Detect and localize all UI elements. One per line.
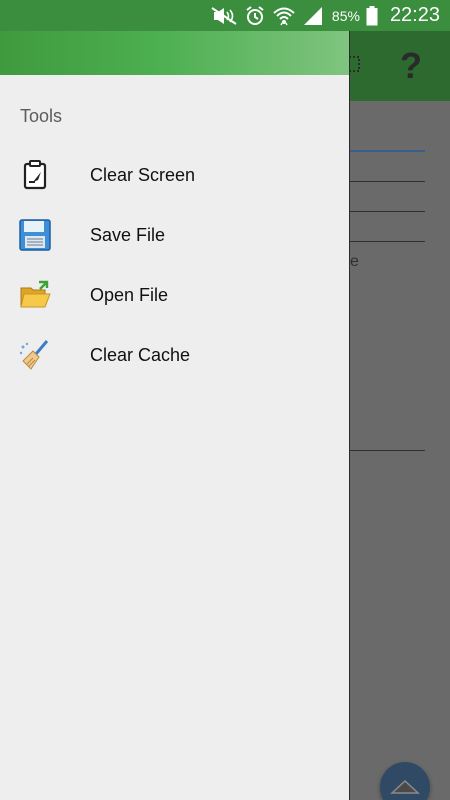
menu-item-label: Open File [90, 284, 169, 305]
signal-icon [302, 5, 324, 27]
divider [350, 241, 425, 242]
chevron-up-icon [390, 779, 420, 794]
drawer-header [0, 31, 349, 75]
menu-item-open-file[interactable]: Open File [0, 265, 349, 325]
clipboard-icon [18, 158, 52, 192]
floppy-disk-icon [18, 218, 52, 252]
alarm-icon [244, 5, 266, 27]
menu-item-save-file[interactable]: Save File [0, 205, 349, 265]
menu-item-label: Clear Cache [90, 344, 191, 365]
battery-percent: 85% [331, 7, 360, 24]
divider [350, 150, 425, 152]
divider [350, 211, 425, 212]
navigation-drawer: Tools Clear Screen Save File Open File C… [0, 31, 350, 800]
divider [350, 181, 425, 182]
mute-icon [210, 5, 238, 27]
section-title-tools: Tools [20, 106, 63, 126]
drawer-menu: Clear Screen Save File Open File Clear C… [0, 145, 349, 385]
broom-icon [18, 338, 52, 372]
help-icon[interactable]: ? [400, 45, 422, 87]
scroll-up-button[interactable] [380, 762, 430, 800]
menu-item-label: Save File [90, 224, 166, 245]
background-partial-text: e [350, 253, 359, 270]
open-folder-icon [18, 278, 52, 312]
wifi-icon [272, 5, 296, 27]
menu-item-clear-cache[interactable]: Clear Cache [0, 325, 349, 385]
menu-item-clear-screen[interactable]: Clear Screen [0, 145, 349, 205]
divider [350, 450, 425, 451]
battery-icon [366, 5, 378, 27]
status-bar: 85% 22:23 [0, 0, 450, 31]
clock: 22:23 [389, 4, 440, 26]
menu-item-label: Clear Screen [90, 164, 196, 185]
